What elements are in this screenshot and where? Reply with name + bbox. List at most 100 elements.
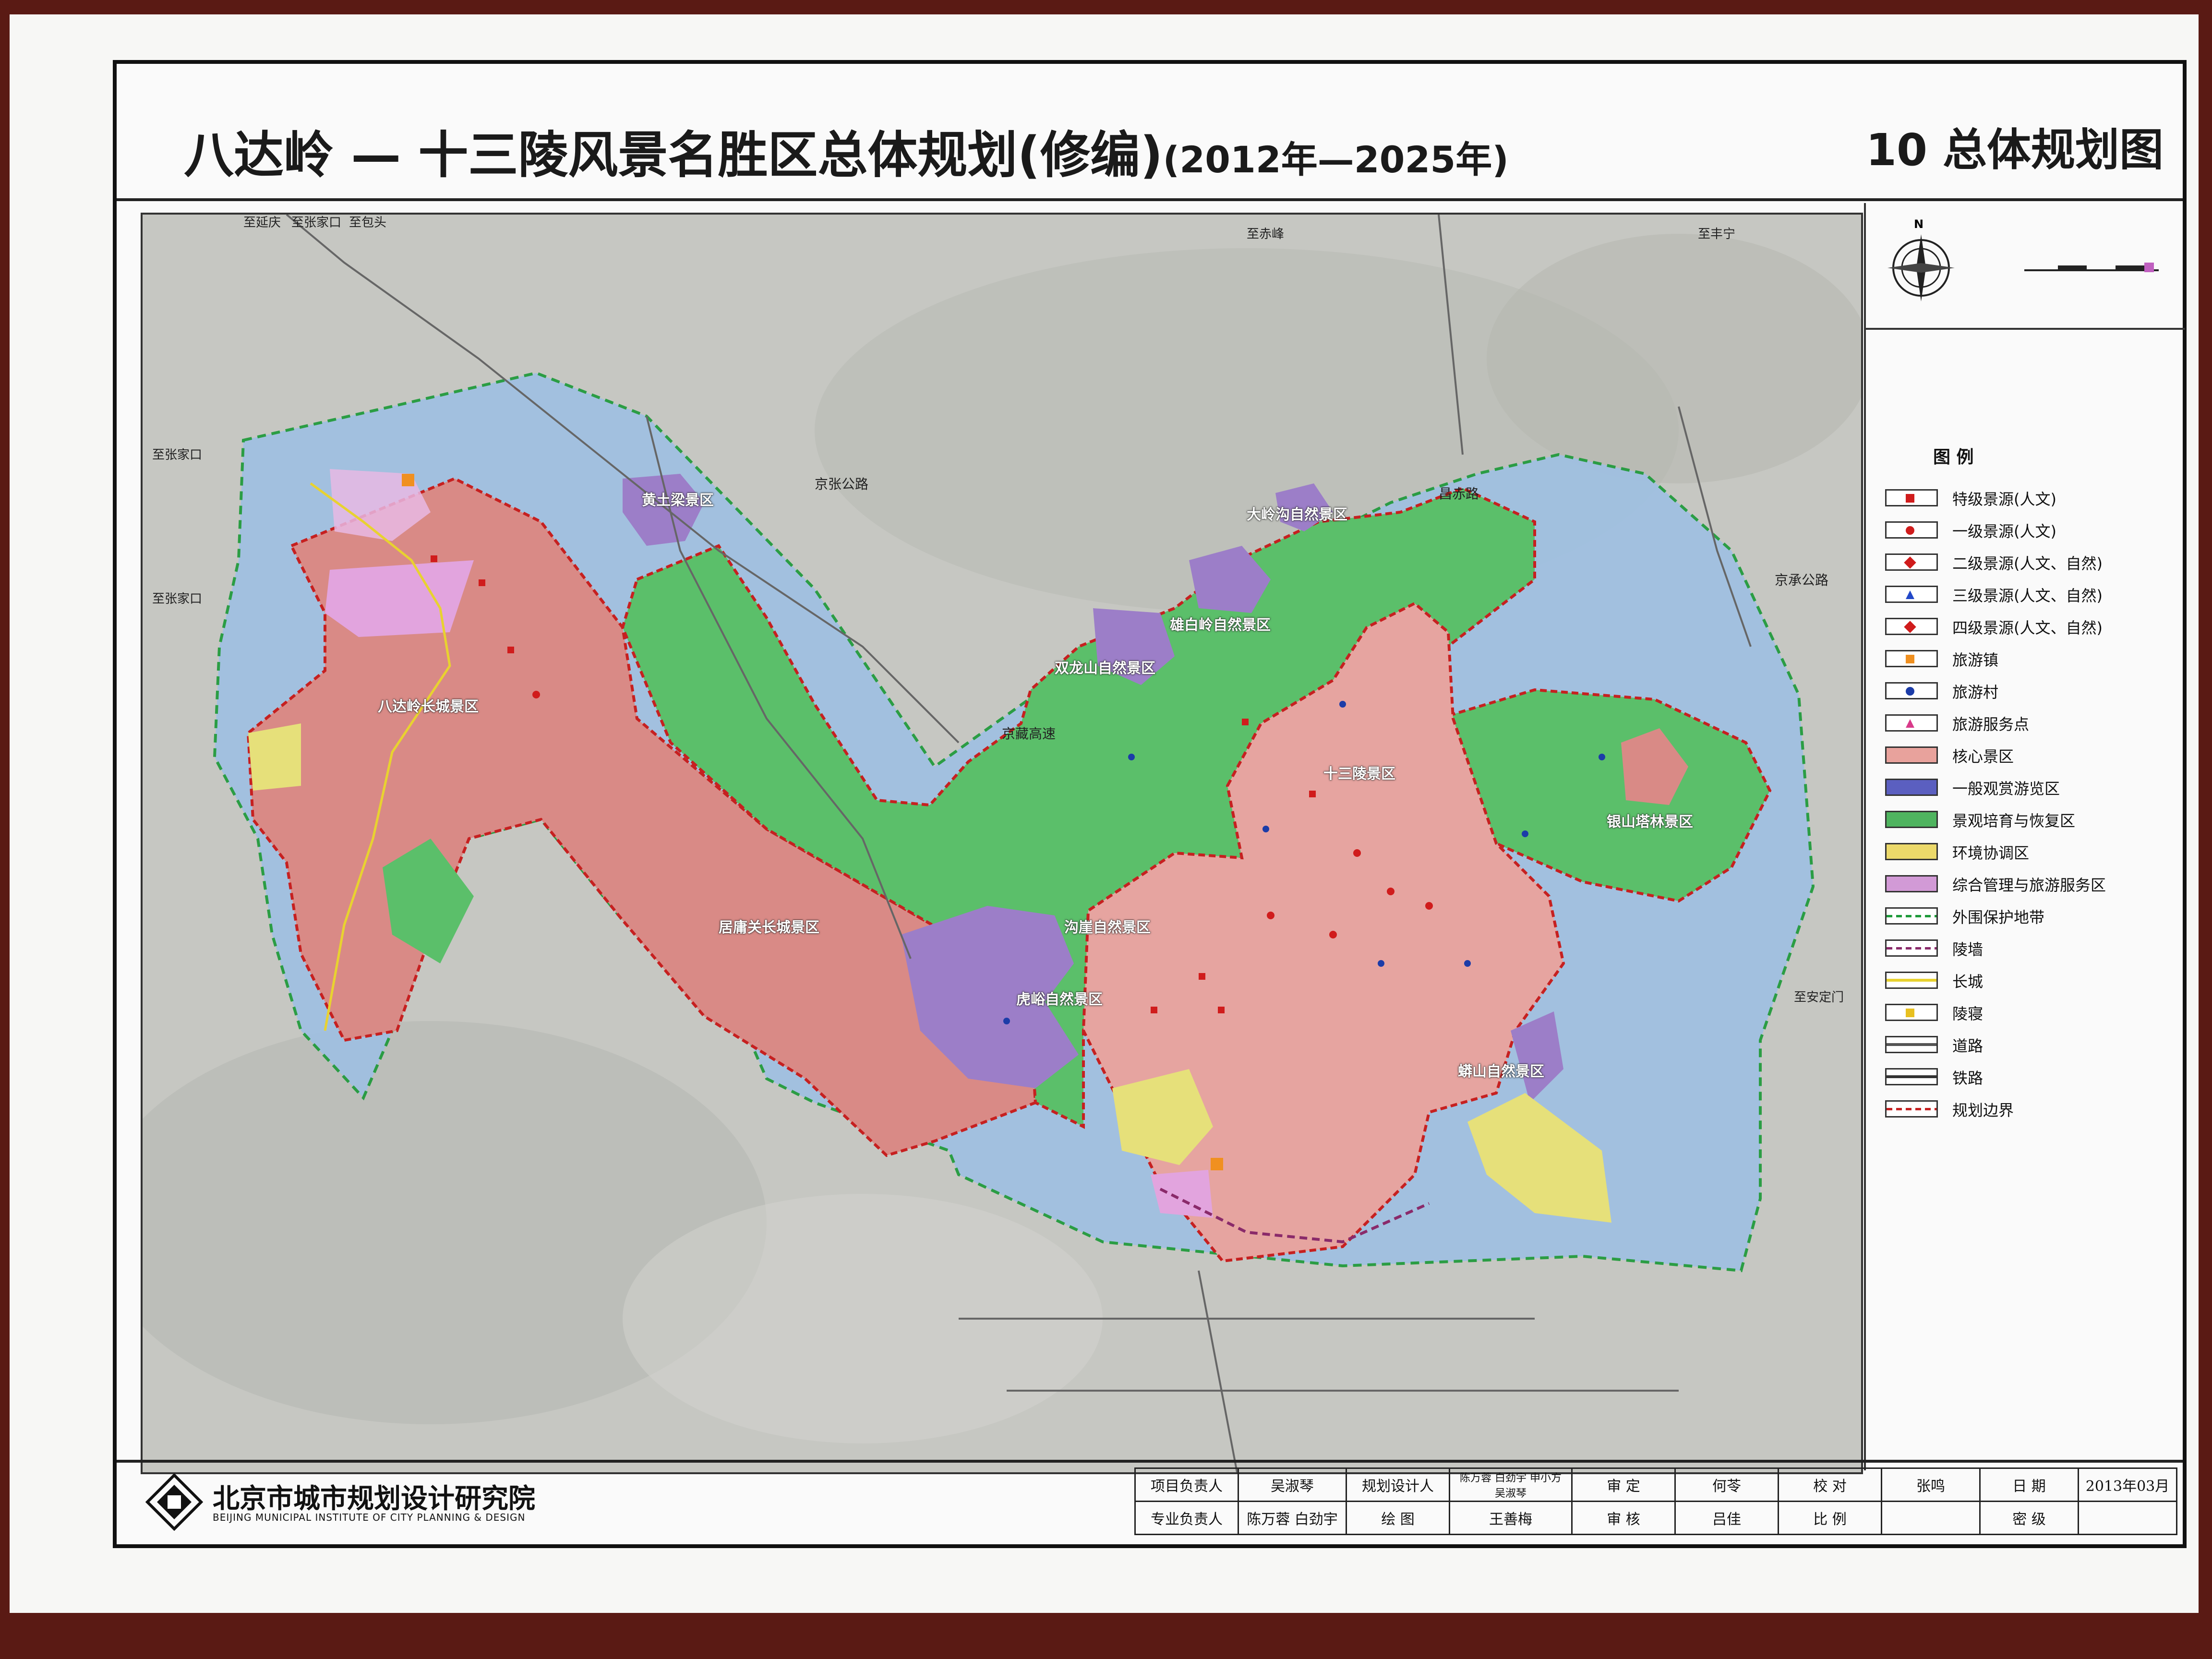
legend-item: 一般观赏游览区 xyxy=(1885,776,2173,800)
fill-icon xyxy=(1885,843,1938,860)
fill-icon xyxy=(1885,746,1938,764)
title-period: (2012年—2025年) xyxy=(1163,138,1509,181)
zone-label[interactable]: 居庸关长城景区 xyxy=(719,915,819,937)
compass-rose-icon xyxy=(1887,234,1955,301)
institute-block: 北京市城市规划设计研究院 BEIJING MUNICIPAL INSTITUTE… xyxy=(145,1471,539,1534)
signature-row: 项目负责人 吴淑琴 规划设计人 陈万蓉 白劲宇 申小方 吴淑琴 审 定 何苓 校… xyxy=(1134,1467,2177,1502)
road-label: 京承公路 xyxy=(1775,572,1829,588)
yellow-line-icon xyxy=(1885,972,1938,989)
tourist-town-marker xyxy=(402,474,414,486)
cell xyxy=(2078,1501,2177,1535)
road-label: 昌赤路 xyxy=(1439,486,1479,502)
zone-label[interactable]: 双龙山自然景区 xyxy=(1055,656,1155,677)
cell: 密 级 xyxy=(1979,1501,2079,1535)
legend-label: 长城 xyxy=(1952,973,1984,991)
cell: 王善梅 xyxy=(1449,1501,1573,1535)
legend-item: 二级景源(人文、自然) xyxy=(1885,551,2173,575)
sheet-title: 10 总体规划图 xyxy=(1865,124,2164,176)
orange-square-icon xyxy=(1885,650,1938,667)
legend-item: 三级景源(人文、自然) xyxy=(1885,583,2173,607)
direction-label: 至张家口 xyxy=(152,448,203,462)
institute-logo-icon xyxy=(145,1473,203,1531)
map-svg xyxy=(143,215,1861,1472)
zone-label[interactable]: 大岭沟自然景区 xyxy=(1247,503,1347,524)
cell: 校 对 xyxy=(1778,1467,1882,1502)
legend-item: 铁路 xyxy=(1885,1065,2173,1089)
zone-label[interactable]: 蟒山自然景区 xyxy=(1458,1059,1544,1081)
legend-label: 旅游村 xyxy=(1952,683,1999,701)
road-label: 京张公路 xyxy=(815,476,869,492)
red-dot-icon xyxy=(1885,521,1938,539)
cell: 吕佳 xyxy=(1674,1501,1779,1535)
cell: 陈万蓉 白劲宇 xyxy=(1238,1501,1347,1535)
map-frame: 八达岭 — 十三陵风景名胜区总体规划(修编)(2012年—2025年) 10 总… xyxy=(113,60,2187,1548)
rail-icon xyxy=(1885,1068,1938,1085)
cell: 审 核 xyxy=(1571,1501,1676,1535)
zone-label[interactable]: 十三陵景区 xyxy=(1323,762,1395,783)
title-bar: 八达岭 — 十三陵风景名胜区总体规划(修编)(2012年—2025年) 10 总… xyxy=(117,64,2183,201)
legend-marker xyxy=(1906,590,1914,599)
legend-item: 特级景源(人文) xyxy=(1885,486,2173,510)
legend-label: 一级景源(人文) xyxy=(1952,522,2056,541)
zone-label[interactable]: 虎峪自然景区 xyxy=(1016,987,1103,1009)
pink-triangle-icon xyxy=(1885,714,1938,732)
purple-dashed-icon xyxy=(1885,939,1938,957)
cell: 陈万蓉 白劲宇 申小方 吴淑琴 xyxy=(1449,1467,1573,1502)
zone-label[interactable]: 雄白岭自然景区 xyxy=(1170,613,1271,634)
legend-item: 陵墙 xyxy=(1885,937,2173,961)
legend-title: 图 例 xyxy=(1933,447,1974,467)
legend-label: 三级景源(人文、自然) xyxy=(1952,587,2103,605)
legend-label: 核心景区 xyxy=(1952,747,2014,766)
signature-row: 专业负责人 陈万蓉 白劲宇 绘 图 王善梅 审 核 吕佳 比 例 密 级 xyxy=(1134,1501,2177,1535)
cell: 何苓 xyxy=(1674,1467,1779,1502)
zone-label[interactable]: 沟崖自然景区 xyxy=(1064,915,1151,937)
legend-panel: N 图 例 特级景源(人文) 一级景源(人文) 二级景源(人文、自然) 三级景源(人文… xyxy=(1864,203,2185,1470)
legend-label: 外围保护地带 xyxy=(1952,908,2045,926)
cell: 规划设计人 xyxy=(1346,1467,1450,1502)
legend-label: 景观培育与恢复区 xyxy=(1952,812,2076,830)
zone-label[interactable]: 银山塔林景区 xyxy=(1607,810,1693,831)
legend-item: 核心景区 xyxy=(1885,744,2173,768)
legend-label: 规划边界 xyxy=(1952,1101,2014,1119)
tourist-town-marker xyxy=(1211,1158,1223,1170)
legend-label: 旅游镇 xyxy=(1952,651,1999,669)
legend-item: 规划边界 xyxy=(1885,1097,2173,1121)
legend-item: 外围保护地带 xyxy=(1885,904,2173,928)
cell: 日 期 xyxy=(1979,1467,2079,1502)
signature-table: 项目负责人 吴淑琴 规划设计人 陈万蓉 白劲宇 申小方 吴淑琴 审 定 何苓 校… xyxy=(1134,1467,2177,1535)
main-title: 八达岭 — 十三陵风景名胜区总体规划(修编)(2012年—2025年) xyxy=(184,114,1509,187)
green-dashed-icon xyxy=(1885,907,1938,925)
legend-label: 旅游服务点 xyxy=(1952,715,2030,733)
legend-item: 综合管理与旅游服务区 xyxy=(1885,872,2173,896)
legend-label: 陵寝 xyxy=(1952,1005,1984,1023)
red-square-icon xyxy=(1885,489,1938,506)
cell: 2013年03月 xyxy=(2078,1467,2177,1502)
zone-label[interactable]: 黄土梁景区 xyxy=(642,488,714,509)
legend-marker xyxy=(1904,556,1916,569)
map-canvas[interactable]: 至延庆 至张家口 至包头 至赤峰 至丰宁 至张家口 至张家口 至安定门 京张公路… xyxy=(141,213,1863,1474)
legend-item: 陵寝 xyxy=(1885,1001,2173,1025)
title-block: 北京市城市规划设计研究院 BEIJING MUNICIPAL INSTITUTE… xyxy=(117,1460,2183,1544)
direction-label: 至安定门 xyxy=(1794,990,1844,1005)
star-pair-icon xyxy=(1885,618,1938,635)
fill-icon xyxy=(1885,875,1938,892)
legend-item: 一级景源(人文) xyxy=(1885,518,2173,542)
legend-marker xyxy=(1906,526,1914,535)
direction-label: 至赤峰 xyxy=(1247,227,1285,241)
legend-label: 二级景源(人文、自然) xyxy=(1952,554,2103,573)
legend-label: 综合管理与旅游服务区 xyxy=(1952,876,2106,894)
service-zone-nw xyxy=(325,560,474,637)
legend-marker xyxy=(1906,719,1914,728)
zone-label[interactable]: 八达岭长城景区 xyxy=(378,695,479,716)
legend-label: 铁路 xyxy=(1952,1069,1984,1087)
plan-sheet: 八达岭 — 十三陵风景名胜区总体规划(修编)(2012年—2025年) 10 总… xyxy=(10,14,2199,1613)
cell: 审 定 xyxy=(1571,1467,1676,1502)
red-dashed-icon xyxy=(1885,1100,1938,1118)
cell: 吴淑琴 xyxy=(1238,1467,1347,1502)
legend-item: 旅游镇 xyxy=(1885,647,2173,671)
cell: 专业负责人 xyxy=(1134,1501,1239,1535)
scale-bar-icon xyxy=(2024,263,2159,272)
legend-label: 环境协调区 xyxy=(1952,844,2030,862)
compass-box: N xyxy=(1866,203,2185,330)
fill-icon xyxy=(1885,779,1938,796)
